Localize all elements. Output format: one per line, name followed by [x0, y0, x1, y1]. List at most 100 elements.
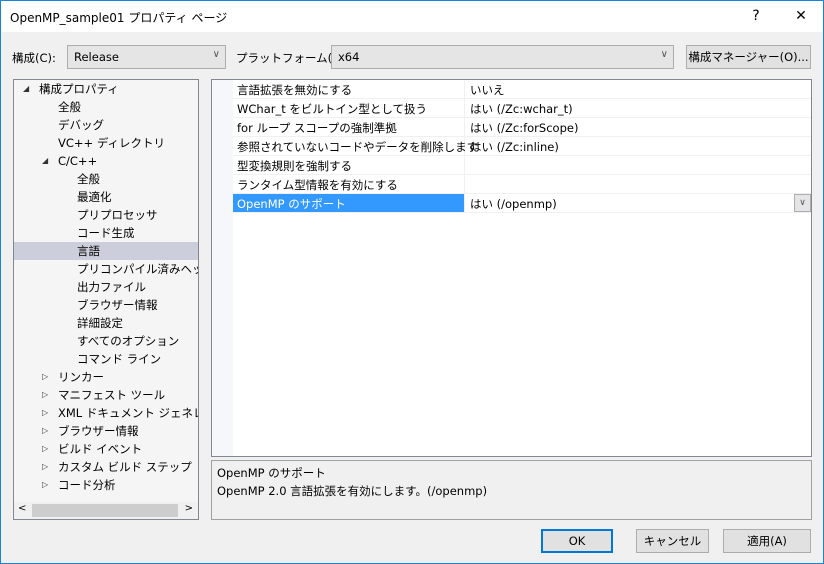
collapsed-arrow-icon[interactable]: ▷: [42, 422, 48, 440]
property-name: 参照されていないコードやデータを削除します: [233, 137, 478, 155]
description-panel: OpenMP のサポート OpenMP 2.0 言語拡張を有効にします。(/op…: [211, 460, 812, 520]
horizontal-scrollbar[interactable]: < >: [14, 502, 198, 519]
tree-item-label: ブラウザー情報: [58, 424, 139, 438]
tree-item-label: 出力ファイル: [77, 280, 146, 294]
tree-item-label: ビルド イベント: [58, 442, 143, 456]
tree-item[interactable]: ▷ XML ドキュメント ジェネレーター: [14, 404, 198, 422]
title-bar: OpenMP_sample01 プロパティ ページ ? ✕: [1, 1, 823, 32]
property-name: ランタイム型情報を有効にする: [233, 175, 465, 193]
tree-item-label: 詳細設定: [77, 316, 123, 330]
property-grid: 言語拡張を無効にする いいえ WChar_t をビルトイン型として扱う はい (/Zc…: [211, 79, 812, 457]
collapsed-arrow-icon[interactable]: ▷: [42, 440, 48, 458]
property-name: 言語拡張を無効にする: [233, 80, 465, 98]
property-row[interactable]: WChar_t をビルトイン型として扱う はい (/Zc:wchar_t): [233, 99, 811, 118]
property-value[interactable]: はい (/Zc:forScope): [466, 118, 811, 136]
tree-item[interactable]: 詳細設定: [14, 314, 198, 332]
property-row[interactable]: ランタイム型情報を有効にする: [233, 175, 811, 194]
tree-item[interactable]: すべてのオプション: [14, 332, 198, 350]
tree-item[interactable]: ▷ ビルド イベント: [14, 440, 198, 458]
platform-value: x64: [338, 50, 360, 64]
collapsed-arrow-icon[interactable]: ▷: [42, 368, 48, 386]
tree-item-label: プリコンパイル済みヘッダー: [77, 262, 198, 276]
tree-item[interactable]: ▷ マニフェスト ツール: [14, 386, 198, 404]
tree-item-label: ブラウザー情報: [77, 298, 158, 312]
tree-item-label: 構成プロパティ: [39, 82, 119, 96]
ok-button[interactable]: OK: [541, 529, 613, 553]
tree-item[interactable]: 全般: [14, 170, 198, 188]
config-label: 構成(C):: [12, 51, 56, 65]
property-value[interactable]: [466, 175, 811, 193]
tree-item[interactable]: コード生成: [14, 224, 198, 242]
tree-item[interactable]: ▷ カスタム ビルド ステップ: [14, 458, 198, 476]
help-button[interactable]: ?: [741, 5, 771, 27]
scroll-right-icon[interactable]: >: [185, 503, 193, 514]
close-button[interactable]: ✕: [786, 5, 816, 27]
tree-item-label: 全般: [77, 172, 100, 186]
tree-item[interactable]: コマンド ライン: [14, 350, 198, 368]
tree-item[interactable]: 言語: [14, 242, 198, 260]
expanded-arrow-icon[interactable]: ◢: [42, 152, 48, 170]
tree-item-label: C/C++: [58, 154, 98, 168]
tree-item[interactable]: ◢ C/C++: [14, 152, 198, 170]
property-tree: ◢ 構成プロパティ 全般 デバッグ VC++ ディレクトリ ◢ C/C++ 全般 最適化 プリプロ…: [13, 79, 199, 520]
tree-item-label: リンカー: [58, 370, 104, 384]
collapsed-arrow-icon[interactable]: ▷: [42, 386, 48, 404]
collapsed-arrow-icon[interactable]: ▷: [42, 476, 48, 494]
property-pages-dialog: OpenMP_sample01 プロパティ ページ ? ✕ 構成(C): Rel…: [0, 0, 824, 564]
tree-item-label: カスタム ビルド ステップ: [58, 460, 192, 474]
tree-item[interactable]: 最適化: [14, 188, 198, 206]
tree-item[interactable]: ▷ リンカー: [14, 368, 198, 386]
property-row[interactable]: for ループ スコープの強制準拠 はい (/Zc:forScope): [233, 118, 811, 137]
tree-item-label: コマンド ライン: [77, 352, 162, 366]
tree-item-label: コード分析: [58, 478, 116, 492]
apply-button[interactable]: 適用(A): [723, 529, 811, 553]
tree-item-label: 最適化: [77, 190, 112, 204]
tree-item[interactable]: ブラウザー情報: [14, 296, 198, 314]
tree-item[interactable]: 全般: [14, 98, 198, 116]
chevron-down-icon: ∨: [212, 49, 220, 60]
config-value: Release: [74, 50, 119, 64]
scroll-left-icon[interactable]: <: [18, 503, 26, 514]
window-title: OpenMP_sample01 プロパティ ページ: [10, 11, 228, 25]
tree-item-label: デバッグ: [58, 118, 104, 132]
description-text: OpenMP 2.0 言語拡張を有効にします。(/openmp): [217, 484, 488, 498]
property-value[interactable]: はい (/Zc:wchar_t): [466, 99, 811, 117]
expanded-arrow-icon[interactable]: ◢: [23, 80, 29, 98]
config-select[interactable]: Release ∨: [67, 45, 226, 69]
property-name: WChar_t をビルトイン型として扱う: [233, 99, 465, 117]
tree-item[interactable]: プリプロセッサ: [14, 206, 198, 224]
cancel-button[interactable]: キャンセル: [636, 529, 709, 553]
collapsed-arrow-icon[interactable]: ▷: [42, 404, 48, 422]
tree-item-label: マニフェスト ツール: [58, 388, 166, 402]
property-name: for ループ スコープの強制準拠: [233, 118, 465, 136]
description-title: OpenMP のサポート: [217, 466, 326, 480]
tree-item[interactable]: プリコンパイル済みヘッダー: [14, 260, 198, 278]
property-name: 型変換規則を強制する: [233, 156, 465, 174]
tree-item-label: コード生成: [77, 226, 135, 240]
property-value[interactable]: いいえ: [466, 80, 811, 98]
grid-margin: [212, 80, 233, 456]
scrollbar-thumb[interactable]: [32, 504, 178, 517]
tree-item[interactable]: VC++ ディレクトリ: [14, 134, 198, 152]
property-row[interactable]: OpenMP のサポート はい (/openmp) ∨: [233, 194, 811, 213]
tree-item[interactable]: ▷ コード分析: [14, 476, 198, 494]
property-name: OpenMP のサポート: [233, 194, 465, 212]
tree-item[interactable]: ▷ ブラウザー情報: [14, 422, 198, 440]
tree-item[interactable]: デバッグ: [14, 116, 198, 134]
property-value[interactable]: はい (/Zc:inline): [466, 137, 811, 155]
config-manager-button[interactable]: 構成マネージャー(O)...: [686, 45, 811, 69]
property-row[interactable]: 型変換規則を強制する: [233, 156, 811, 175]
tree-item-label: すべてのオプション: [77, 334, 180, 348]
property-value[interactable]: [466, 156, 811, 174]
tree-item-label: VC++ ディレクトリ: [58, 136, 166, 150]
tree-item[interactable]: 出力ファイル: [14, 278, 198, 296]
collapsed-arrow-icon[interactable]: ▷: [42, 458, 48, 476]
property-row[interactable]: 言語拡張を無効にする いいえ: [233, 80, 811, 99]
platform-select[interactable]: x64 ∨: [331, 45, 674, 69]
property-value[interactable]: はい (/openmp): [466, 194, 811, 212]
tree-item[interactable]: ◢ 構成プロパティ: [14, 80, 198, 98]
tree-item-label: プリプロセッサ: [77, 208, 158, 222]
dropdown-button[interactable]: ∨: [794, 194, 811, 212]
property-row[interactable]: 参照されていないコードやデータを削除します はい (/Zc:inline): [233, 137, 811, 156]
tree-item-label: 全般: [58, 100, 81, 114]
